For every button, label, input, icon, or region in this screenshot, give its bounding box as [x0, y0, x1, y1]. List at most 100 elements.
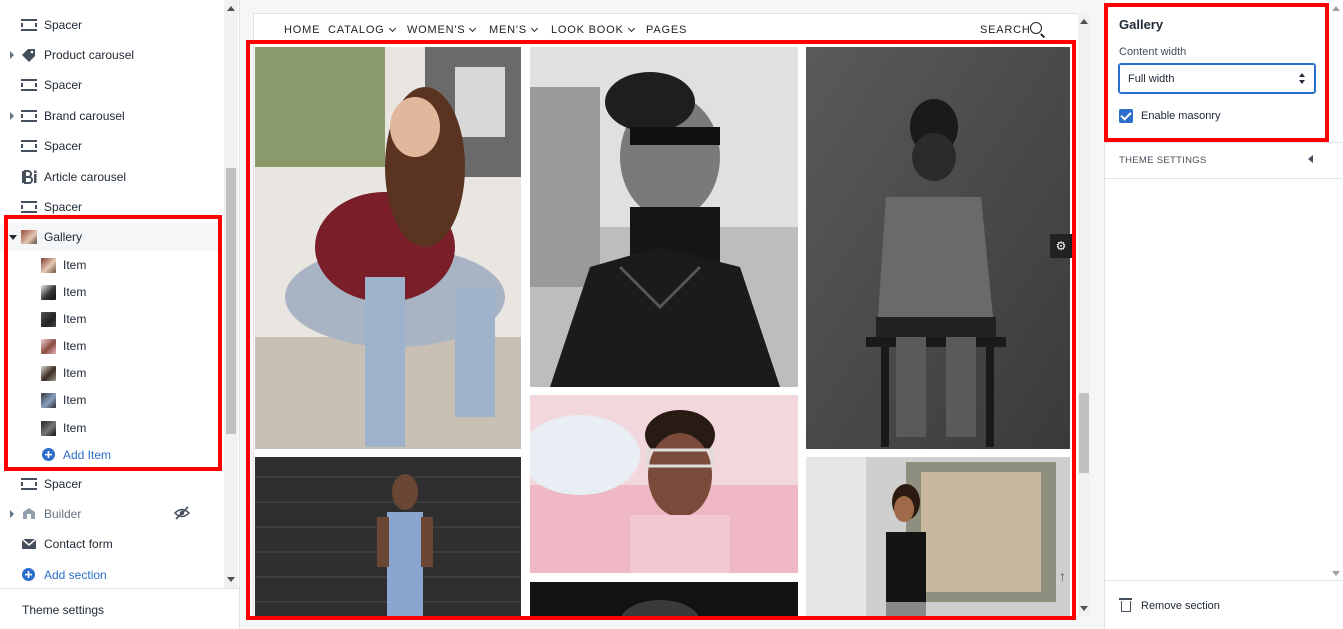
nav-mens[interactable]: MEN'S: [489, 24, 538, 36]
select-arrows-icon: [1299, 72, 1307, 86]
gallery-photo-6[interactable]: [806, 457, 1070, 616]
remove-section-label: Remove section: [1141, 600, 1220, 612]
tag-icon: [21, 48, 37, 62]
gallery-photo-1[interactable]: [255, 47, 521, 449]
gallery-item-7[interactable]: Item: [0, 414, 222, 442]
nav-womens[interactable]: WOMEN'S: [407, 24, 477, 36]
section-spacer-1[interactable]: Spacer: [0, 11, 222, 39]
item-label: Item: [63, 366, 87, 380]
section-label: Spacer: [44, 477, 83, 491]
enable-masonry-checkbox[interactable]: [1119, 109, 1133, 123]
scroll-up-arrow-icon[interactable]: [1080, 19, 1088, 24]
preview-scrollbar[interactable]: [1078, 13, 1090, 617]
section-brand-carousel[interactable]: Brand carousel: [0, 102, 222, 130]
plus-circle-icon: [42, 448, 55, 461]
add-item-label: Add Item: [63, 448, 112, 462]
chevron-down-icon: [627, 24, 635, 33]
remove-section-button[interactable]: Remove section: [1105, 580, 1342, 629]
caret-left-icon[interactable]: [1308, 155, 1313, 163]
theme-settings-header[interactable]: THEME SETTINGS: [1119, 155, 1207, 166]
gallery-photo-2[interactable]: [530, 47, 798, 387]
gallery-item-2[interactable]: Item: [0, 278, 222, 306]
scrollbar-thumb[interactable]: [1079, 393, 1089, 473]
item-label: Item: [63, 339, 87, 353]
section-label: Spacer: [44, 18, 83, 32]
trash-icon: [1119, 598, 1132, 612]
gear-icon[interactable]: ⚙: [1050, 234, 1072, 258]
content-width-select[interactable]: Full width: [1118, 63, 1316, 94]
section-contact-form[interactable]: Contact form: [0, 530, 222, 558]
gallery-photo-5[interactable]: [530, 395, 798, 573]
gallery-photo-4[interactable]: [255, 457, 521, 616]
nav-look-book[interactable]: LOOK BOOK: [551, 24, 635, 36]
divider: [1105, 178, 1342, 179]
item-thumbnail: [41, 366, 56, 381]
item-label: Item: [63, 285, 87, 299]
add-section-button[interactable]: Add section: [0, 561, 222, 588]
scroll-down-arrow-icon[interactable]: [227, 577, 235, 582]
theme-settings-link[interactable]: Theme settings: [0, 588, 239, 629]
content-width-label: Content width: [1119, 46, 1187, 58]
sections-sidebar: Spacer Product carousel Spacer Brand car…: [0, 0, 240, 629]
panel-scrollbar[interactable]: [1330, 0, 1342, 580]
scroll-down-arrow-icon[interactable]: [1332, 571, 1340, 576]
scroll-down-arrow-icon[interactable]: [1080, 606, 1088, 611]
item-label: Item: [63, 312, 87, 326]
scrollbar-thumb[interactable]: [226, 168, 236, 434]
section-spacer-4[interactable]: Spacer: [0, 193, 222, 221]
builder-icon: [21, 507, 37, 521]
section-builder[interactable]: Builder: [0, 500, 222, 528]
section-product-carousel[interactable]: Product carousel: [0, 41, 222, 69]
caret-right-icon[interactable]: [10, 112, 14, 120]
gallery-photo-7[interactable]: [530, 582, 798, 616]
nav-pages[interactable]: PAGES: [646, 24, 687, 36]
nav-search[interactable]: SEARCH: [980, 24, 1031, 36]
section-label: Spacer: [44, 139, 83, 153]
theme-settings-label: Theme settings: [22, 603, 105, 617]
item-thumbnail: [41, 258, 56, 273]
sidebar-scrollbar[interactable]: [224, 0, 238, 588]
scroll-up-arrow-icon[interactable]: [227, 6, 235, 11]
section-spacer-5[interactable]: Spacer: [0, 470, 222, 498]
section-gallery[interactable]: Gallery: [0, 223, 222, 251]
spacer-icon: [21, 140, 37, 152]
caret-right-icon[interactable]: [10, 510, 14, 518]
scroll-up-arrow-icon[interactable]: [1332, 6, 1340, 11]
caret-down-icon[interactable]: [9, 234, 17, 240]
eye-off-icon[interactable]: [173, 506, 191, 523]
blog-icon: [21, 170, 37, 184]
spacer-icon: [21, 110, 37, 122]
gallery-photo-3[interactable]: [806, 47, 1070, 449]
section-spacer-2[interactable]: Spacer: [0, 71, 222, 99]
add-section-label: Add section: [44, 568, 107, 582]
section-label: Builder: [44, 507, 82, 521]
search-icon[interactable]: [1030, 22, 1042, 34]
section-label: Spacer: [44, 78, 83, 92]
section-article-carousel[interactable]: Article carousel: [0, 163, 222, 191]
nav-catalog[interactable]: CATALOG: [328, 24, 396, 36]
spacer-icon: [21, 19, 37, 31]
item-thumbnail: [41, 285, 56, 300]
spacer-icon: [21, 79, 37, 91]
gallery-item-4[interactable]: Item: [0, 332, 222, 360]
enable-masonry-label[interactable]: Enable masonry: [1141, 110, 1221, 122]
storefront-preview: HOME CATALOG WOMEN'S MEN'S LOOK BOOK PAG…: [253, 13, 1079, 617]
item-label: Item: [63, 393, 87, 407]
item-label: Item: [63, 258, 87, 272]
gallery-item-1[interactable]: Item: [0, 251, 222, 279]
gallery-item-5[interactable]: Item: [0, 359, 222, 387]
caret-right-icon[interactable]: [10, 51, 14, 59]
arrow-up-icon[interactable]: ↑: [1059, 568, 1066, 584]
section-list: Spacer Product carousel Spacer Brand car…: [0, 0, 224, 588]
panel-title: Gallery: [1119, 17, 1164, 32]
section-spacer-3[interactable]: Spacer: [0, 132, 222, 160]
section-label: Contact form: [44, 537, 113, 551]
gallery-item-3[interactable]: Item: [0, 305, 222, 333]
section-label: Article carousel: [44, 170, 127, 184]
nav-home[interactable]: HOME: [284, 24, 320, 36]
gallery-item-6[interactable]: Item: [0, 386, 222, 414]
add-item-button[interactable]: Add Item: [0, 441, 222, 469]
section-label: Brand carousel: [44, 109, 125, 123]
item-thumbnail: [41, 339, 56, 354]
spacer-icon: [21, 478, 37, 490]
